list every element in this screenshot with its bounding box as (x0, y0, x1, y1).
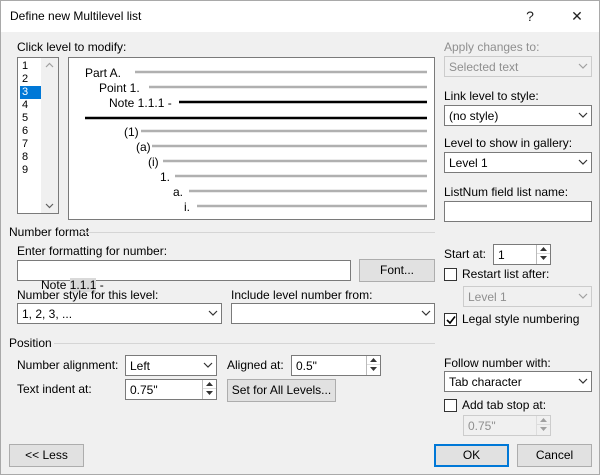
add-tab-stop-label: Add tab stop at: (462, 398, 547, 412)
set-all-levels-button[interactable]: Set for All Levels... (227, 379, 336, 402)
preview-level-8: a. (173, 185, 183, 199)
preview-pane: Part A. Point 1. Note 1.1.1 - (1) (a) (i… (68, 57, 435, 220)
level-item[interactable]: 4 (20, 99, 41, 112)
level-listbox[interactable]: 1 2 3 4 5 6 7 8 9 (17, 57, 59, 214)
preview-level-9: i. (184, 200, 190, 214)
spinner-up-icon (537, 416, 550, 425)
section-divider (81, 232, 435, 233)
preview-level-2: Point 1. (99, 81, 140, 95)
restart-level-dropdown: Level 1 (463, 286, 592, 307)
dialog: Define new Multilevel list ? ✕ Click lev… (0, 0, 600, 475)
number-format-input[interactable]: Note 1.1.1 - (17, 260, 351, 292)
restart-level-value: Level 1 (468, 290, 507, 304)
section-divider (54, 343, 435, 344)
chevron-down-icon (574, 57, 591, 76)
listnum-label: ListNum field list name: (444, 185, 569, 199)
spinner-down-icon[interactable] (537, 254, 550, 263)
spinner-up-icon[interactable] (367, 356, 380, 365)
level-item[interactable]: 9 (20, 164, 41, 177)
level-item[interactable]: 2 (20, 73, 41, 86)
spinner-down-icon[interactable] (203, 389, 216, 398)
help-button[interactable]: ? (515, 5, 545, 27)
legal-numbering-checkbox[interactable] (444, 313, 457, 326)
start-at-spinner[interactable]: 1 (493, 244, 551, 265)
preview-level-7: 1. (160, 170, 170, 184)
link-level-label: Link level to style: (444, 89, 539, 103)
number-format-section-label: Number format (9, 225, 90, 239)
spinner-up-icon[interactable] (203, 380, 216, 389)
level-list-scrollbar[interactable] (41, 58, 58, 213)
spinner-down-icon (537, 425, 550, 434)
enter-format-label: Enter formatting for number: (17, 244, 168, 258)
start-at-value: 1 (498, 248, 505, 262)
cancel-button[interactable]: Cancel (517, 444, 592, 467)
number-alignment-label: Number alignment: (17, 358, 119, 372)
title-bar: Define new Multilevel list ? ✕ (1, 1, 599, 32)
chevron-down-icon (574, 372, 591, 391)
start-at-label: Start at: (444, 247, 487, 261)
preview-level-5: (a) (136, 140, 151, 154)
number-style-label: Number style for this level: (17, 288, 159, 302)
gallery-level-dropdown[interactable]: Level 1 (444, 152, 592, 173)
level-item[interactable]: 1 (20, 60, 41, 73)
apply-changes-value: Selected text (449, 60, 519, 74)
apply-changes-label: Apply changes to: (444, 40, 540, 54)
aligned-at-label: Aligned at: (227, 358, 284, 372)
level-item[interactable]: 5 (20, 112, 41, 125)
legal-numbering-label: Legal style numbering (462, 312, 580, 326)
listnum-input[interactable] (444, 201, 592, 222)
number-alignment-dropdown[interactable]: Left (125, 355, 217, 376)
tab-stop-value: 0.75" (468, 419, 496, 433)
chevron-down-icon (574, 106, 591, 125)
spinner-down-icon[interactable] (367, 365, 380, 374)
level-item-selected[interactable]: 3 (20, 86, 41, 99)
level-item[interactable]: 7 (20, 138, 41, 151)
follow-number-value: Tab character (449, 375, 522, 389)
scroll-arrows-icon (45, 62, 54, 209)
number-style-dropdown[interactable]: 1, 2, 3, ... (17, 303, 222, 324)
level-item[interactable]: 6 (20, 125, 41, 138)
follow-number-label: Follow number with: (444, 356, 551, 370)
preview-level-3: Note 1.1.1 - (109, 96, 172, 110)
chevron-down-icon (417, 304, 434, 323)
level-list-label: Click level to modify: (17, 40, 127, 54)
position-section-label: Position (9, 336, 52, 350)
ok-button[interactable]: OK (434, 444, 509, 467)
chevron-down-icon (199, 356, 216, 375)
apply-changes-dropdown: Selected text (444, 56, 592, 77)
preview-level-1: Part A. (85, 66, 121, 80)
text-indent-label: Text indent at: (17, 382, 92, 396)
include-level-dropdown[interactable] (231, 303, 435, 324)
restart-list-checkbox[interactable] (444, 268, 457, 281)
aligned-at-value: 0.5" (296, 359, 317, 373)
gallery-level-label: Level to show in gallery: (444, 136, 573, 150)
chevron-down-icon (204, 304, 221, 323)
restart-list-label: Restart list after: (462, 267, 550, 281)
dialog-title: Define new Multilevel list (10, 9, 142, 23)
preview-level-6: (i) (148, 155, 159, 169)
aligned-at-spinner[interactable]: 0.5" (291, 355, 381, 376)
level-item[interactable]: 8 (20, 151, 41, 164)
follow-number-dropdown[interactable]: Tab character (444, 371, 592, 392)
tab-stop-spinner: 0.75" (463, 415, 551, 436)
add-tab-stop-checkbox[interactable] (444, 399, 457, 412)
number-alignment-value: Left (130, 359, 151, 373)
checkmark-icon (446, 316, 456, 325)
text-indent-spinner[interactable]: 0.75" (125, 379, 217, 400)
link-level-value: (no style) (449, 109, 499, 123)
chevron-down-icon (574, 153, 591, 172)
spinner-up-icon[interactable] (537, 245, 550, 254)
close-button[interactable]: ✕ (562, 5, 592, 27)
less-button[interactable]: << Less (9, 444, 84, 467)
link-level-dropdown[interactable]: (no style) (444, 105, 592, 126)
number-style-value: 1, 2, 3, ... (22, 307, 73, 321)
font-button[interactable]: Font... (359, 259, 435, 282)
preview-level-4: (1) (124, 125, 139, 139)
chevron-down-icon (574, 287, 591, 306)
gallery-level-value: Level 1 (449, 156, 488, 170)
text-indent-value: 0.75" (130, 383, 158, 397)
include-level-label: Include level number from: (231, 288, 373, 302)
